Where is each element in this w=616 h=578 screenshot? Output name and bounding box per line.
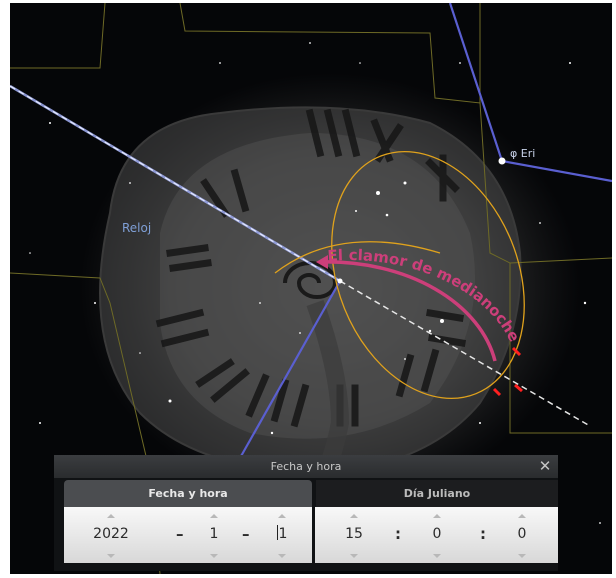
- spin-down-icon[interactable]: [107, 554, 115, 558]
- minute-spinner[interactable]: 0: [415, 507, 459, 563]
- time-separator: :: [480, 525, 486, 543]
- spin-down-icon[interactable]: [433, 554, 441, 558]
- spin-up-icon[interactable]: [278, 514, 286, 518]
- spin-up-icon[interactable]: [518, 514, 526, 518]
- month-value[interactable]: 1: [196, 524, 232, 544]
- tab-date-time[interactable]: Fecha y hora: [64, 480, 312, 507]
- spin-up-icon[interactable]: [107, 514, 115, 518]
- date-separator: –: [242, 525, 250, 543]
- date-panel: 2022 – 1 – 1: [64, 507, 312, 563]
- day-value[interactable]: 1: [264, 524, 300, 544]
- text-caret: [276, 525, 278, 540]
- year-spinner[interactable]: 2022: [82, 507, 140, 563]
- spin-down-icon[interactable]: [278, 554, 286, 558]
- time-panel: 15 : 0 : 0: [315, 507, 558, 563]
- minute-value[interactable]: 0: [415, 524, 459, 544]
- spin-up-icon[interactable]: [433, 514, 441, 518]
- constellation-label[interactable]: Reloj: [122, 221, 151, 235]
- spin-up-icon[interactable]: [350, 514, 358, 518]
- star-phi-eri: [498, 157, 506, 165]
- time-separator: :: [395, 525, 401, 543]
- hour-spinner[interactable]: 15: [333, 507, 375, 563]
- day-spinner[interactable]: 1: [264, 507, 300, 563]
- second-spinner[interactable]: 0: [500, 507, 544, 563]
- second-value[interactable]: 0: [500, 524, 544, 544]
- hour-value[interactable]: 15: [333, 524, 375, 544]
- spin-down-icon[interactable]: [518, 554, 526, 558]
- dialog-titlebar[interactable]: Fecha y hora ✕: [54, 455, 558, 478]
- month-spinner[interactable]: 1: [196, 507, 232, 563]
- dialog-title: Fecha y hora: [270, 460, 342, 473]
- year-value[interactable]: 2022: [82, 524, 140, 544]
- spin-up-icon[interactable]: [210, 514, 218, 518]
- spin-down-icon[interactable]: [210, 554, 218, 558]
- constellation-art: [80, 73, 580, 508]
- date-separator: –: [176, 525, 184, 543]
- day-text: 1: [278, 526, 288, 542]
- star-label[interactable]: φ Eri: [510, 147, 535, 160]
- close-icon[interactable]: ✕: [536, 456, 554, 476]
- tab-julian-day[interactable]: Día Juliano: [316, 480, 558, 507]
- spin-down-icon[interactable]: [350, 554, 358, 558]
- date-time-dialog: Fecha y hora ✕ Fecha y hora Día Juliano …: [54, 455, 558, 571]
